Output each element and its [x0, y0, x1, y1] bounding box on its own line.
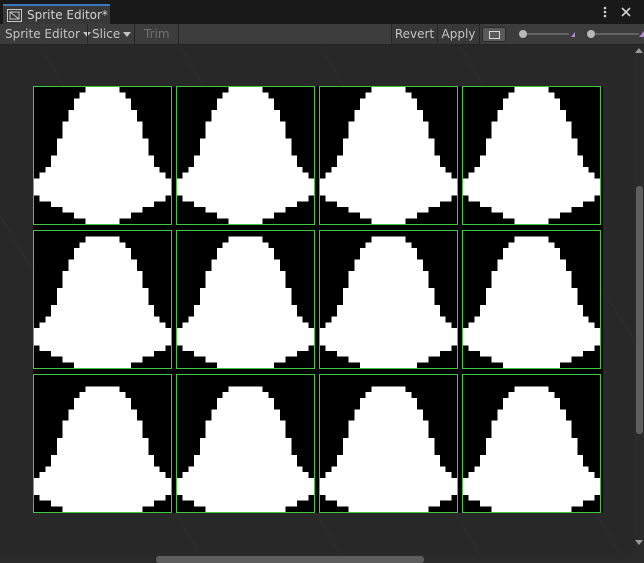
sprite-slice[interactable]: [319, 230, 458, 369]
scroll-down-icon[interactable]: [635, 540, 643, 546]
close-icon[interactable]: [619, 5, 633, 19]
trim-label: Trim: [144, 27, 170, 41]
horizontal-scroll-thumb[interactable]: [156, 556, 424, 563]
sprite-sheet: [33, 86, 603, 513]
sprite-slice[interactable]: [462, 86, 601, 225]
apply-button[interactable]: Apply: [438, 24, 479, 44]
sprite-image: [177, 87, 314, 224]
vertical-scroll-thumb[interactable]: [636, 186, 643, 434]
sprite-image: [34, 375, 171, 512]
toolbar-divider: [178, 24, 179, 44]
sprite-slice[interactable]: [462, 374, 601, 513]
sprite-image: [34, 87, 171, 224]
mip-level-slider[interactable]: [585, 29, 644, 39]
horizontal-scrollbar[interactable]: [0, 554, 644, 563]
toolbar-divider: [134, 24, 135, 44]
sprite-image: [320, 375, 457, 512]
tab-title: Sprite Editor*: [27, 8, 108, 22]
editor-mode-dropdown[interactable]: Sprite Editor: [5, 24, 91, 44]
sprite-image: [177, 231, 314, 368]
sprite-slice[interactable]: [33, 86, 172, 225]
alpha-channel-icon: [489, 31, 500, 39]
vertical-scrollbar[interactable]: [634, 46, 644, 554]
sprite-image: [34, 231, 171, 368]
mip-level-icon: [639, 31, 644, 37]
sprite-slice[interactable]: [176, 374, 315, 513]
revert-label: Revert: [394, 27, 435, 41]
slice-dropdown[interactable]: Slice: [92, 24, 132, 44]
alpha-toggle-button[interactable]: [482, 27, 506, 42]
sprite-slice[interactable]: [462, 230, 601, 369]
sprite-slice[interactable]: [176, 230, 315, 369]
sprite-slice[interactable]: [33, 374, 172, 513]
sprite-image: [463, 87, 600, 224]
apply-label: Apply: [441, 27, 476, 41]
slice-label: Slice: [92, 27, 121, 41]
zoom-slider-icon: [571, 32, 575, 37]
sprite-image: [463, 231, 600, 368]
sprite-slice[interactable]: [319, 374, 458, 513]
editor-mode-label: Sprite Editor: [5, 27, 80, 41]
sprite-canvas[interactable]: [0, 46, 634, 554]
tab-bar: Sprite Editor*: [0, 0, 644, 24]
sprite-slice[interactable]: [319, 86, 458, 225]
toolbar-divider: [479, 24, 480, 44]
scroll-up-icon[interactable]: [635, 47, 643, 53]
toolbar: Sprite Editor Slice Trim Revert Apply: [0, 24, 644, 45]
sprite-image: [320, 87, 457, 224]
kebab-menu-icon[interactable]: [598, 5, 612, 19]
toolbar-divider: [87, 24, 88, 44]
sprite-image: [463, 375, 600, 512]
zoom-slider[interactable]: [519, 29, 575, 39]
trim-button[interactable]: Trim: [144, 24, 170, 44]
revert-button[interactable]: Revert: [392, 24, 437, 44]
chevron-down-icon: [123, 32, 132, 37]
sprite-editor-icon: [7, 8, 22, 22]
sprite-slice[interactable]: [33, 230, 172, 369]
tab-sprite-editor[interactable]: Sprite Editor*: [3, 4, 110, 24]
sprite-image: [177, 375, 314, 512]
sprite-slice[interactable]: [176, 86, 315, 225]
sprite-image: [320, 231, 457, 368]
